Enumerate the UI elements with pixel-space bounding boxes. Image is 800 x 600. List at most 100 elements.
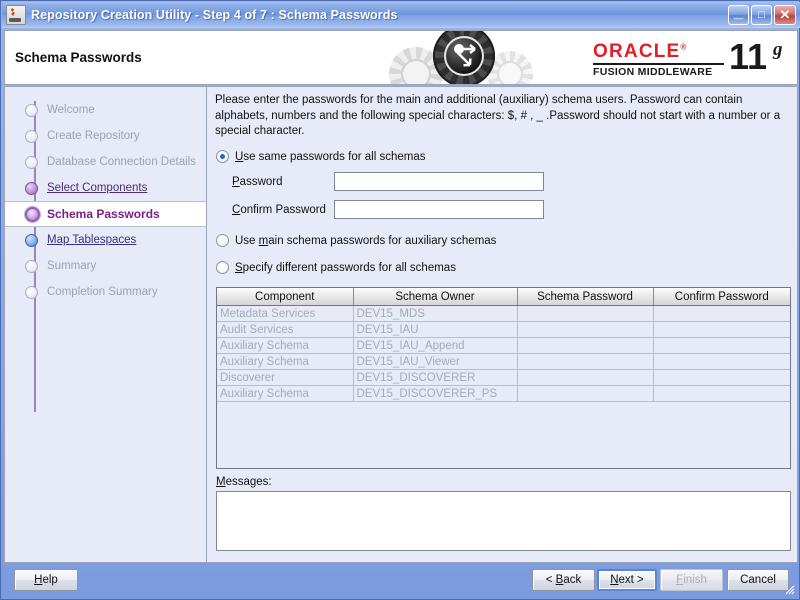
radio-label: Specify different passwords for all sche… bbox=[235, 262, 456, 274]
table-row[interactable]: Audit Services DEV15_IAU bbox=[217, 321, 790, 338]
cell-schema-password[interactable] bbox=[517, 353, 654, 370]
sidebar-item-label: Schema Passwords bbox=[47, 207, 160, 221]
radio-button-icon[interactable] bbox=[216, 261, 229, 274]
sidebar-item-summary[interactable]: Summary bbox=[5, 253, 206, 279]
cell-confirm-password[interactable] bbox=[653, 305, 790, 322]
radio-button-icon[interactable] bbox=[216, 234, 229, 247]
password-input[interactable] bbox=[334, 172, 544, 191]
cell-schema-password[interactable] bbox=[517, 369, 654, 386]
gears-graphic bbox=[389, 31, 585, 84]
confirm-password-input[interactable] bbox=[334, 200, 544, 219]
cell-confirm-password[interactable] bbox=[653, 337, 790, 354]
java-coffee-cup-icon bbox=[6, 5, 26, 25]
password-label: Password bbox=[232, 176, 283, 188]
sidebar-item-select-components[interactable]: Select Components bbox=[5, 175, 206, 201]
cell-component: Auxiliary Schema bbox=[217, 337, 354, 354]
page-title: Schema Passwords bbox=[15, 50, 142, 65]
table-row[interactable]: Discoverer DEV15_DISCOVERER bbox=[217, 369, 790, 386]
radio-specify-different-passwords[interactable]: Specify different passwords for all sche… bbox=[216, 261, 456, 274]
back-label-prefix: < bbox=[545, 574, 556, 586]
password-label-text: assword bbox=[239, 176, 283, 188]
column-header-confirm-password[interactable]: Confirm Password bbox=[653, 288, 790, 306]
minimize-icon: _ bbox=[733, 2, 744, 21]
step-bullet-icon bbox=[25, 233, 38, 247]
sidebar-item-welcome[interactable]: Welcome bbox=[5, 97, 206, 123]
cell-schema-owner: DEV15_IAU_Append bbox=[353, 337, 518, 354]
sidebar-item-create-repository[interactable]: Create Repository bbox=[5, 123, 206, 149]
window-title: Repository Creation Utility - Step 4 of … bbox=[31, 8, 398, 22]
step-bullet-icon bbox=[25, 181, 38, 195]
column-header-schema-owner[interactable]: Schema Owner bbox=[353, 288, 518, 306]
sidebar-item-schema-passwords[interactable]: Schema Passwords bbox=[5, 201, 206, 227]
step-bullet-icon bbox=[25, 206, 40, 222]
radio-use-main-schema-passwords[interactable]: Use main schema passwords for auxiliary … bbox=[216, 234, 496, 247]
content-area: Welcome Create Repository Database Conne… bbox=[4, 86, 798, 563]
cell-schema-password[interactable] bbox=[517, 305, 654, 322]
table-row[interactable]: Auxiliary Schema DEV15_IAU_Append bbox=[217, 337, 790, 354]
radio-label-text: pecify different passwords for all schem… bbox=[242, 261, 456, 274]
table-row[interactable]: Metadata Services DEV15_MDS bbox=[217, 305, 790, 322]
sidebar-item-label: Welcome bbox=[47, 104, 95, 116]
close-icon: ✕ bbox=[779, 7, 791, 22]
back-button-label: < Back bbox=[546, 574, 582, 586]
cell-confirm-password[interactable] bbox=[653, 369, 790, 386]
radio-label-prefix: Use bbox=[235, 234, 259, 247]
radio-button-icon[interactable] bbox=[216, 150, 229, 163]
application-window: Repository Creation Utility - Step 4 of … bbox=[0, 0, 800, 600]
sidebar-item-database-connection-details[interactable]: Database Connection Details bbox=[5, 149, 206, 175]
exchange-arrows-icon bbox=[454, 44, 476, 67]
maximize-icon: □ bbox=[758, 9, 765, 21]
back-button[interactable]: < Back bbox=[532, 569, 595, 591]
cell-component: Audit Services bbox=[217, 321, 354, 338]
next-label-text: ext > bbox=[618, 574, 644, 586]
next-mnemonic: N bbox=[610, 574, 619, 586]
sidebar-item-label: Completion Summary bbox=[47, 286, 158, 298]
cell-schema-password[interactable] bbox=[517, 337, 654, 354]
help-button[interactable]: Help bbox=[14, 569, 78, 591]
sidebar-item-map-tablespaces[interactable]: Map Tablespaces bbox=[5, 227, 206, 253]
radio-label: Use same passwords for all schemas bbox=[235, 151, 425, 163]
sidebar-item-label: Database Connection Details bbox=[47, 156, 196, 168]
step-bullet-icon bbox=[25, 103, 38, 117]
cell-schema-password[interactable] bbox=[517, 321, 654, 338]
minimize-button[interactable]: _ bbox=[728, 2, 749, 25]
sidebar-item-completion-summary[interactable]: Completion Summary bbox=[5, 279, 206, 305]
cell-schema-owner: DEV15_DISCOVERER_PS bbox=[353, 385, 518, 402]
help-label-text: elp bbox=[42, 574, 58, 586]
sidebar-item-label: Create Repository bbox=[47, 130, 140, 142]
radio-label-text: se same passwords for all schemas bbox=[243, 150, 426, 163]
schema-passwords-table[interactable]: Component Schema Owner Schema Password C… bbox=[216, 287, 791, 469]
cancel-button[interactable]: Cancel bbox=[727, 569, 789, 591]
close-button[interactable]: ✕ bbox=[774, 5, 796, 25]
cancel-button-label: Cancel bbox=[740, 574, 776, 586]
password-label-mnemonic: P bbox=[232, 176, 240, 188]
maximize-button[interactable]: □ bbox=[751, 5, 772, 25]
version-suffix: g bbox=[773, 39, 783, 60]
step-bullet-icon bbox=[25, 129, 38, 143]
step-bullet-icon bbox=[25, 259, 38, 273]
radio-use-same-passwords[interactable]: Use same passwords for all schemas bbox=[216, 150, 425, 163]
cell-schema-owner: DEV15_MDS bbox=[353, 305, 518, 322]
column-header-schema-password[interactable]: Schema Password bbox=[517, 288, 654, 306]
column-header-component[interactable]: Component bbox=[217, 288, 354, 306]
instructions-text: Please enter the passwords for the main … bbox=[215, 94, 781, 137]
cell-confirm-password[interactable] bbox=[653, 353, 790, 370]
cell-confirm-password[interactable] bbox=[653, 321, 790, 338]
messages-label-text: essages: bbox=[225, 476, 272, 488]
messages-textarea[interactable] bbox=[216, 491, 791, 551]
main-panel: Please enter the passwords for the main … bbox=[206, 86, 798, 563]
cell-confirm-password[interactable] bbox=[653, 385, 790, 402]
next-button[interactable]: Next > bbox=[597, 569, 657, 591]
wizard-button-bar: Help < Back Next > Finish Cancel bbox=[4, 563, 798, 597]
confirm-password-label-text: onfirm Password bbox=[240, 204, 326, 216]
version-number: 11 bbox=[729, 36, 768, 77]
oracle-wordmark: ORACLE® bbox=[593, 41, 688, 63]
messages-label: Messages: bbox=[216, 476, 272, 488]
cell-schema-owner: DEV15_DISCOVERER bbox=[353, 369, 518, 386]
resize-grip-icon[interactable] bbox=[783, 583, 795, 595]
cell-component: Auxiliary Schema bbox=[217, 385, 354, 402]
window-controls: _ □ ✕ bbox=[728, 2, 796, 25]
table-row[interactable]: Auxiliary Schema DEV15_DISCOVERER_PS bbox=[217, 385, 790, 402]
table-row[interactable]: Auxiliary Schema DEV15_IAU_Viewer bbox=[217, 353, 790, 370]
cell-schema-password[interactable] bbox=[517, 385, 654, 402]
